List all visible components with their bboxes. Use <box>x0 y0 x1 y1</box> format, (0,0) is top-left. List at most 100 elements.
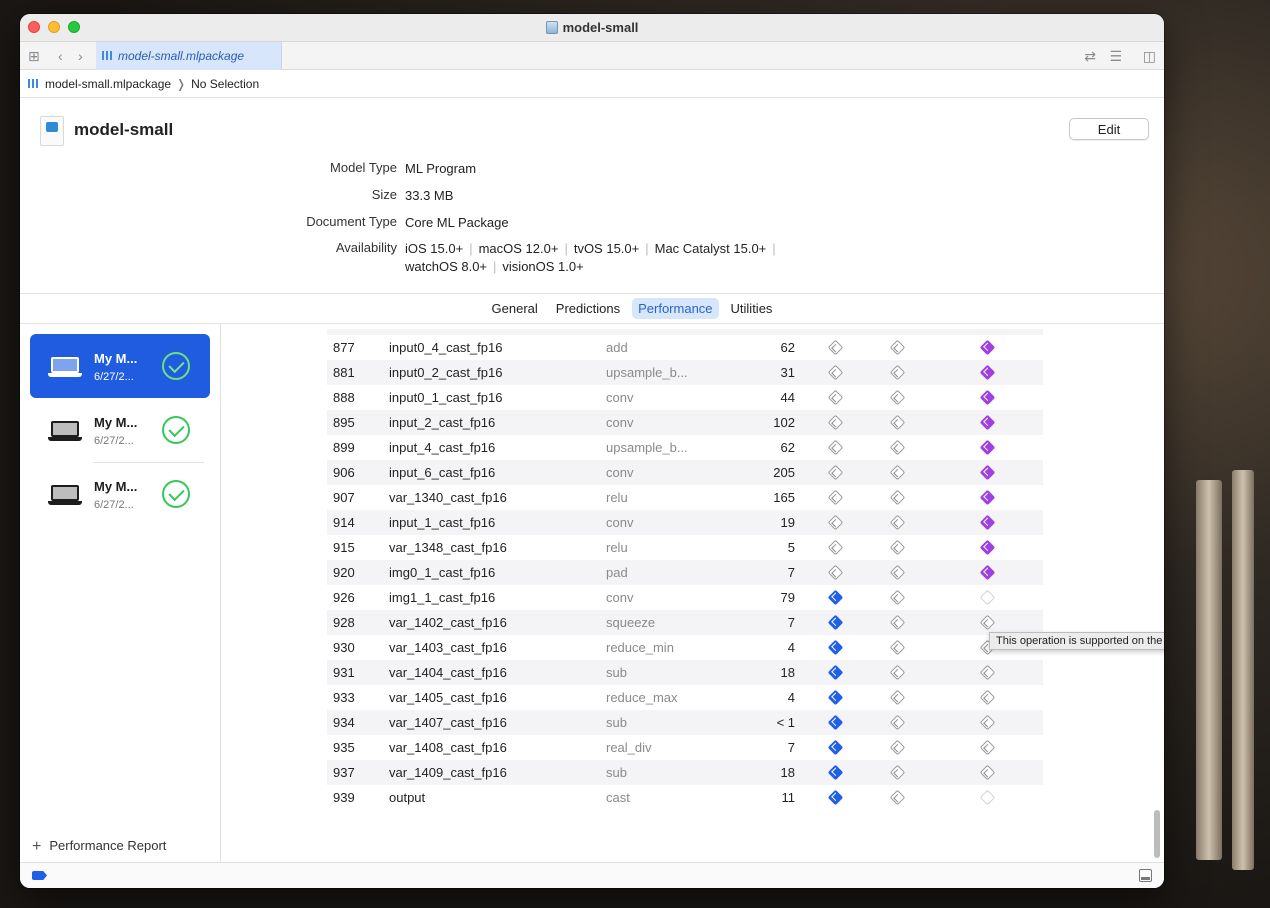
neural-engine-support-icon[interactable] <box>979 364 996 381</box>
table-row[interactable]: 906 input_6_cast_fp16 conv 205 <box>327 460 1043 485</box>
neural-engine-support-icon[interactable] <box>979 339 996 356</box>
tab-general[interactable]: General <box>486 298 544 319</box>
cpu-support-icon[interactable] <box>827 414 844 431</box>
device-item[interactable]: My M... 6/27/2... <box>30 334 210 398</box>
cpu-support-icon[interactable] <box>827 664 844 681</box>
laptop-screen <box>51 421 79 437</box>
tab-utilities[interactable]: Utilities <box>725 298 779 319</box>
cpu-support-icon[interactable] <box>827 639 844 656</box>
gpu-support-icon[interactable] <box>889 739 906 756</box>
table-row[interactable]: 935 var_1408_cast_fp16 real_div 7 <box>327 735 1043 760</box>
table-row[interactable]: 930 var_1403_cast_fp16 reduce_min 4 <box>327 635 1043 660</box>
neural-engine-support-icon[interactable] <box>979 439 996 456</box>
op-id: 906 <box>333 465 355 480</box>
device-item[interactable]: My M... 6/27/2... <box>30 462 210 526</box>
lines-icon[interactable]: ☰ <box>1109 48 1122 64</box>
table-row[interactable]: 907 var_1340_cast_fp16 relu 165 <box>327 485 1043 510</box>
cpu-support-icon[interactable] <box>827 339 844 356</box>
neural-engine-support-icon[interactable] <box>979 389 996 406</box>
table-row[interactable]: 899 input_4_cast_fp16 upsample_b... 62 <box>327 435 1043 460</box>
gpu-support-icon[interactable] <box>889 539 906 556</box>
gpu-support-icon[interactable] <box>889 414 906 431</box>
neural-engine-support-icon[interactable] <box>979 614 996 631</box>
neural-engine-support-icon[interactable] <box>979 414 996 431</box>
neural-engine-support-icon[interactable] <box>979 589 996 606</box>
cpu-support-icon[interactable] <box>827 789 844 806</box>
gpu-support-icon[interactable] <box>889 464 906 481</box>
neural-engine-support-icon[interactable] <box>979 764 996 781</box>
breadcrumb-selection[interactable]: No Selection <box>191 77 259 91</box>
table-row[interactable]: 888 input0_1_cast_fp16 conv 44 <box>327 385 1043 410</box>
edit-button[interactable]: Edit <box>1069 118 1149 140</box>
back-icon[interactable]: ‹ <box>58 48 63 64</box>
neural-engine-support-icon[interactable] <box>979 564 996 581</box>
cpu-support-icon[interactable] <box>827 614 844 631</box>
cpu-support-icon[interactable] <box>827 564 844 581</box>
neural-engine-support-icon[interactable] <box>979 539 996 556</box>
gpu-support-icon[interactable] <box>889 639 906 656</box>
gpu-support-icon[interactable] <box>889 689 906 706</box>
table-row[interactable]: 939 output cast 11 <box>327 785 1043 810</box>
device-item[interactable]: My M... 6/27/2... <box>30 398 210 462</box>
gpu-support-icon[interactable] <box>889 439 906 456</box>
cpu-support-icon[interactable] <box>827 589 844 606</box>
cpu-support-icon[interactable] <box>827 764 844 781</box>
document-tab-label: model-small.mlpackage <box>118 49 245 63</box>
document-tab[interactable]: model-small.mlpackage <box>96 42 282 70</box>
cpu-support-icon[interactable] <box>827 514 844 531</box>
neural-engine-support-icon[interactable] <box>979 489 996 506</box>
cpu-support-icon[interactable] <box>827 489 844 506</box>
info-label: Model Type <box>330 160 397 175</box>
vertical-scrollbar[interactable] <box>1154 810 1160 858</box>
neural-engine-support-icon[interactable] <box>979 739 996 756</box>
gpu-support-icon[interactable] <box>889 614 906 631</box>
table-row[interactable]: 926 img1_1_cast_fp16 conv 79 <box>327 585 1043 610</box>
table-row[interactable]: 877 input0_4_cast_fp16 add 62 <box>327 335 1043 360</box>
gpu-support-icon[interactable] <box>889 764 906 781</box>
gpu-support-icon[interactable] <box>889 664 906 681</box>
gpu-support-icon[interactable] <box>889 389 906 406</box>
cpu-support-icon[interactable] <box>827 439 844 456</box>
gpu-support-icon[interactable] <box>889 589 906 606</box>
cpu-support-icon[interactable] <box>827 689 844 706</box>
cpu-support-icon[interactable] <box>827 714 844 731</box>
tab-predictions[interactable]: Predictions <box>550 298 626 319</box>
cpu-support-icon[interactable] <box>827 539 844 556</box>
table-row[interactable]: 895 input_2_cast_fp16 conv 102 <box>327 410 1043 435</box>
cpu-support-icon[interactable] <box>827 389 844 406</box>
neural-engine-support-icon[interactable] <box>979 714 996 731</box>
cpu-support-icon[interactable] <box>827 364 844 381</box>
gpu-support-icon[interactable] <box>889 364 906 381</box>
gpu-support-icon[interactable] <box>889 489 906 506</box>
table-row[interactable]: 920 img0_1_cast_fp16 pad 7 <box>327 560 1043 585</box>
gpu-support-icon[interactable] <box>889 789 906 806</box>
gpu-support-icon[interactable] <box>889 339 906 356</box>
bottom-panel-icon[interactable] <box>1139 869 1152 882</box>
neural-engine-support-icon[interactable] <box>979 664 996 681</box>
inspector-icon[interactable]: ◫ <box>1143 48 1156 64</box>
neural-engine-support-icon[interactable] <box>979 789 996 806</box>
neural-engine-support-icon[interactable] <box>979 514 996 531</box>
table-row[interactable]: 914 input_1_cast_fp16 conv 19 <box>327 510 1043 535</box>
add-performance-report-button[interactable]: + Performance Report <box>32 838 166 856</box>
gpu-support-icon[interactable] <box>889 564 906 581</box>
table-row[interactable]: 933 var_1405_cast_fp16 reduce_max 4 <box>327 685 1043 710</box>
gpu-support-icon[interactable] <box>889 714 906 731</box>
tab-performance[interactable]: Performance <box>632 298 719 319</box>
op-time: 11 <box>781 790 796 805</box>
table-row[interactable]: 928 var_1402_cast_fp16 squeeze 7 <box>327 610 1043 635</box>
neural-engine-support-icon[interactable] <box>979 689 996 706</box>
gpu-support-icon[interactable] <box>889 514 906 531</box>
table-row[interactable]: 934 var_1407_cast_fp16 sub < 1 <box>327 710 1043 735</box>
table-row[interactable]: 931 var_1404_cast_fp16 sub 18 <box>327 660 1043 685</box>
cpu-support-icon[interactable] <box>827 739 844 756</box>
cpu-support-icon[interactable] <box>827 464 844 481</box>
breadcrumb-file[interactable]: model-small.mlpackage <box>45 77 171 91</box>
neural-engine-support-icon[interactable] <box>979 464 996 481</box>
table-row[interactable]: 881 input0_2_cast_fp16 upsample_b... 31 <box>327 360 1043 385</box>
grid-icon[interactable]: ⊞ <box>28 48 40 64</box>
swap-icon[interactable]: ⇄ <box>1084 48 1096 64</box>
table-row[interactable]: 915 var_1348_cast_fp16 relu 5 <box>327 535 1043 560</box>
table-row[interactable]: 937 var_1409_cast_fp16 sub 18 <box>327 760 1043 785</box>
forward-icon[interactable]: › <box>78 48 83 64</box>
